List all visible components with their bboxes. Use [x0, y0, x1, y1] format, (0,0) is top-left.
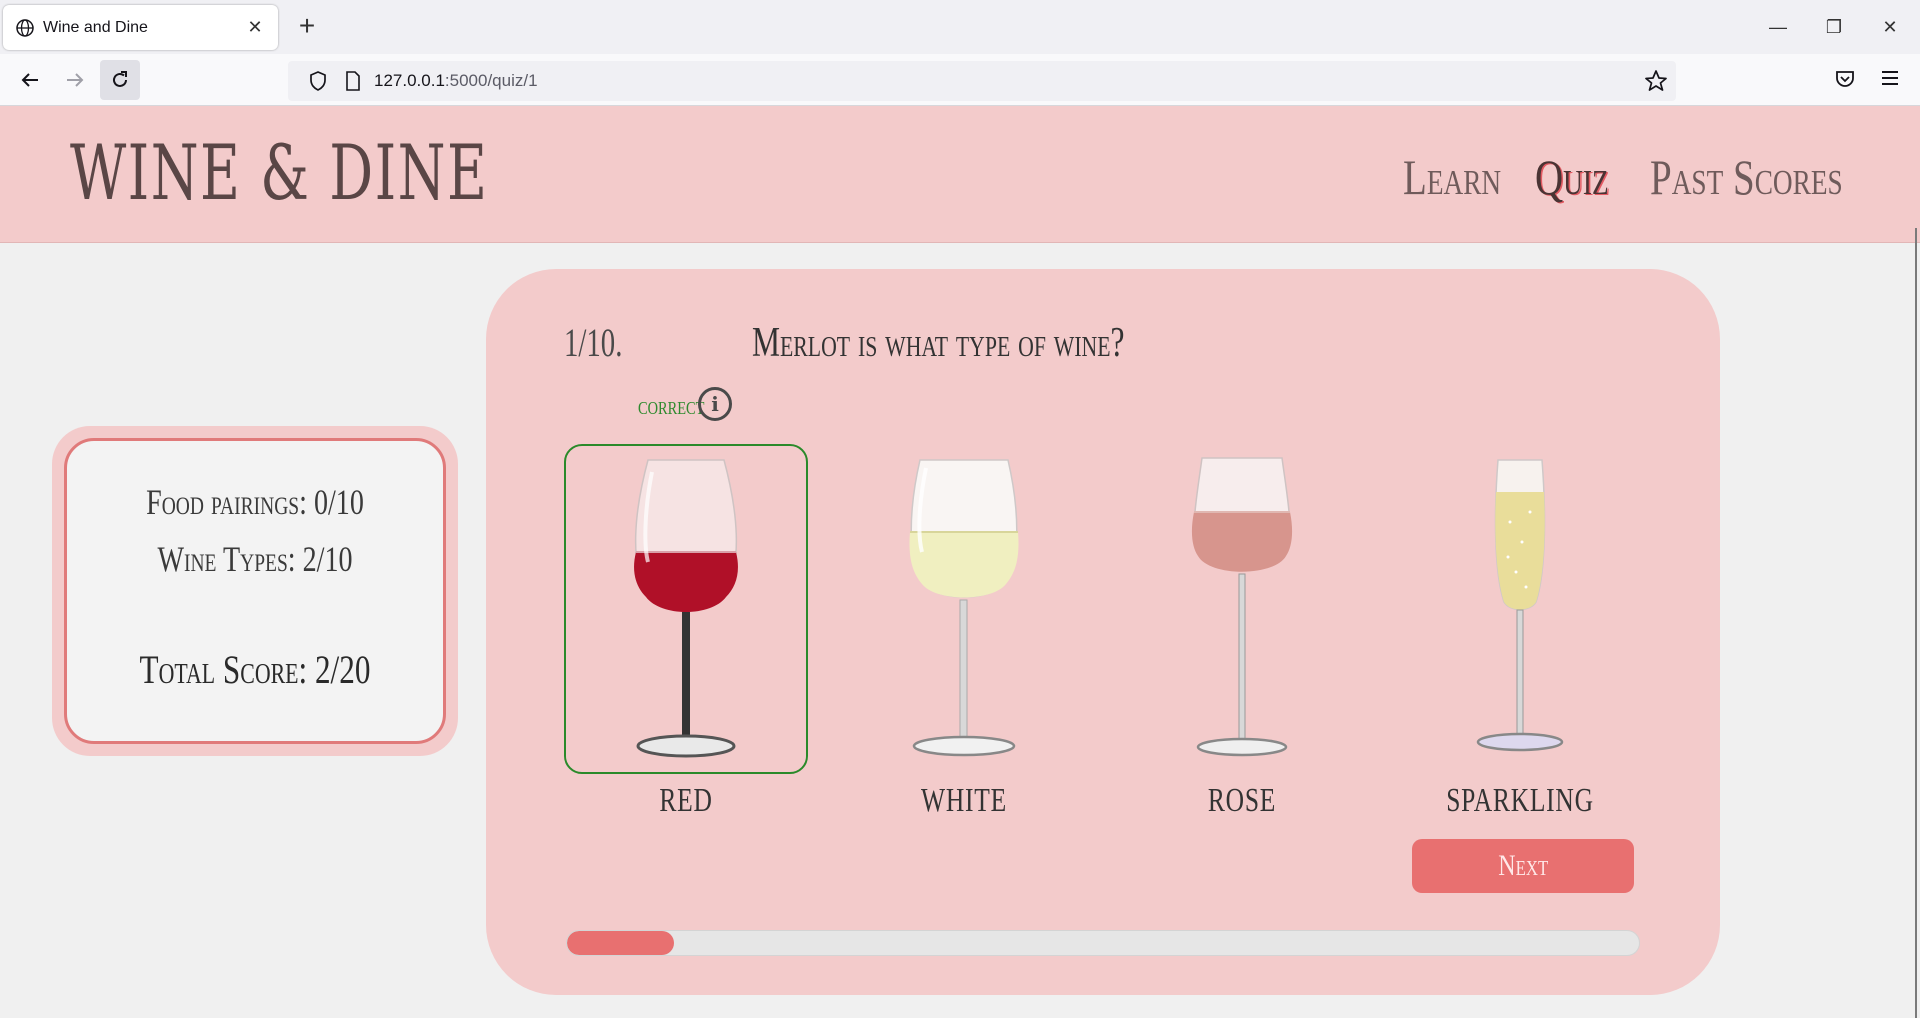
nav-past-scores[interactable]: Past Scores: [1650, 148, 1843, 206]
page-icon: [338, 71, 368, 91]
minimize-icon[interactable]: —: [1758, 12, 1798, 42]
total-score: Total Score: 2/20: [139, 647, 371, 692]
page-content: WINE & DINE Learn Quiz Past Scores Food …: [0, 106, 1920, 1018]
globe-icon: [16, 18, 34, 37]
browser-tab[interactable]: Wine and Dine ✕: [3, 5, 278, 50]
address-bar[interactable]: 127.0.0.1:5000/quiz/1: [288, 61, 1676, 101]
champagne-flute-icon: [1476, 459, 1564, 752]
option-white-label: WHITE: [921, 782, 1007, 819]
nav-learn[interactable]: Learn: [1403, 148, 1501, 206]
browser-tabstrip: Wine and Dine ✕ + — ❐ ✕: [0, 0, 1920, 54]
url-path: :5000/quiz/1: [444, 71, 538, 90]
next-button[interactable]: Next: [1412, 839, 1634, 893]
back-button[interactable]: [10, 60, 50, 100]
option-rose[interactable]: ROSE: [1120, 444, 1364, 819]
info-icon[interactable]: i: [698, 387, 732, 421]
menu-icon[interactable]: [1880, 68, 1900, 93]
score-card: Food pairings: 0/10 Wine Types: 2/10 Tot…: [64, 438, 446, 744]
scrollbar[interactable]: [1915, 228, 1917, 1018]
reload-button[interactable]: [100, 60, 140, 100]
food-pairings-score: Food pairings: 0/10: [146, 482, 364, 522]
option-red[interactable]: RED: [564, 444, 808, 819]
question-text: Merlot is what type of wine?: [752, 320, 1125, 366]
new-tab-button[interactable]: +: [294, 12, 320, 42]
shield-icon[interactable]: [298, 70, 338, 92]
quiz-card: 1/10. Merlot is what type of wine? corre…: [486, 269, 1720, 995]
nav-quiz[interactable]: Quiz: [1535, 148, 1609, 206]
quiz-progress-bar: [566, 930, 1640, 956]
browser-navbar: 127.0.0.1:5000/quiz/1: [0, 54, 1920, 106]
close-window-icon[interactable]: ✕: [1870, 12, 1910, 42]
forward-button[interactable]: [55, 60, 95, 100]
option-sparkling[interactable]: SPARKLING: [1398, 444, 1642, 819]
wine-types-score: Wine Types: 2/10: [157, 539, 353, 579]
red-wine-glass-icon: [634, 459, 738, 758]
site-header: WINE & DINE Learn Quiz Past Scores: [0, 106, 1920, 243]
next-button-label: Next: [1498, 849, 1548, 882]
url-host: 127.0.0.1: [374, 71, 445, 90]
white-wine-glass-icon: [909, 459, 1019, 757]
tab-title: Wine and Dine: [43, 18, 148, 36]
score-panel: Food pairings: 0/10 Wine Types: 2/10 Tot…: [52, 426, 458, 756]
url-text[interactable]: 127.0.0.1:5000/quiz/1: [374, 71, 538, 91]
option-rose-label: ROSE: [1207, 782, 1277, 819]
reload-icon: [113, 71, 127, 87]
option-red-label: RED: [659, 782, 713, 819]
option-sparkling-label: SPARKLING: [1446, 782, 1594, 819]
question-number: 1/10.: [564, 320, 623, 365]
rose-wine-glass-icon: [1191, 457, 1293, 757]
arrow-right-icon: [67, 73, 84, 87]
option-white[interactable]: WHITE: [842, 444, 1086, 819]
arrow-left-icon: [21, 73, 38, 87]
bookmark-star-icon[interactable]: [1644, 69, 1668, 98]
pocket-icon[interactable]: [1834, 68, 1856, 95]
close-tab-icon[interactable]: ✕: [244, 17, 266, 38]
restore-icon[interactable]: ❐: [1814, 12, 1854, 42]
site-logo[interactable]: WINE & DINE: [70, 128, 488, 217]
quiz-progress-fill: [567, 931, 675, 955]
answer-feedback: correct: [638, 391, 705, 420]
